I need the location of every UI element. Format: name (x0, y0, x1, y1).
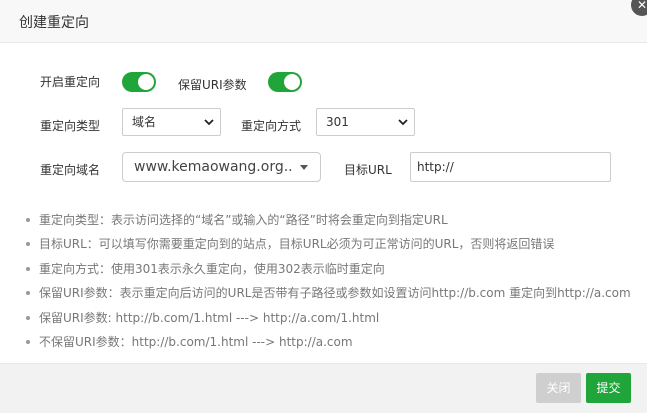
note-text: 重定向方式：使用301表示永久重定向，使用302表示临时重定向 (39, 261, 385, 276)
redirect-method-value: 301 (326, 115, 349, 129)
toggle-knob (138, 74, 154, 90)
redirect-type-value: 域名 (132, 115, 157, 129)
bullet-icon (26, 339, 30, 344)
enable-redirect-label: 开启重定向 (40, 75, 101, 89)
dialog-footer: 关闭 提交 (0, 363, 647, 413)
target-url-label: 目标URL (344, 163, 392, 177)
help-notes: 重定向类型：表示访问选择的“域名”或输入的“路径”时将会重定向到指定URL 目标… (26, 208, 636, 354)
list-item: 保留URI参数: http://b.com/1.html ---> http:/… (26, 306, 636, 330)
bullet-icon (26, 266, 30, 271)
bullet-icon (26, 242, 30, 247)
note-text: 重定向类型：表示访问选择的“域名”或输入的“路径”时将会重定向到指定URL (39, 213, 448, 227)
note-text: 目标URL：可以填写你需要重定向到的站点，目标URL必须为可正常访问的URL，否… (39, 237, 555, 252)
list-item: 不保留URI参数：http://b.com/1.html ---> http:/… (26, 330, 636, 354)
caret-down-icon (300, 165, 308, 170)
redirect-domain-value: www.kemaowang.org... (134, 159, 292, 175)
enable-redirect-toggle[interactable] (122, 72, 156, 92)
bullet-icon (26, 315, 30, 320)
bullet-icon (26, 218, 30, 222)
create-redirect-dialog: 创建重定向 ✕ 开启重定向 保留URI参数 重定向类型 域名 重定向方式 301… (0, 0, 647, 413)
list-item: 重定向类型：表示访问选择的“域名”或输入的“路径”时将会重定向到指定URL (26, 208, 636, 232)
dialog-header: 创建重定向 (0, 0, 647, 43)
redirect-domain-select[interactable]: www.kemaowang.org... (122, 152, 321, 182)
redirect-domain-label: 重定向域名 (40, 163, 101, 177)
toggle-knob (284, 74, 300, 90)
redirect-method-select[interactable]: 301 (316, 108, 415, 136)
bullet-icon (26, 291, 30, 296)
list-item: 目标URL：可以填写你需要重定向到的站点，目标URL必须为可正常访问的URL，否… (26, 232, 636, 256)
redirect-type-select[interactable]: 域名 (122, 108, 221, 136)
close-button[interactable]: 关闭 (536, 373, 581, 403)
submit-button[interactable]: 提交 (586, 373, 631, 403)
redirect-method-label: 重定向方式 (241, 119, 302, 133)
note-text: 不保留URI参数：http://b.com/1.html ---> http:/… (39, 334, 353, 349)
note-text: 保留URI参数: http://b.com/1.html ---> http:/… (39, 310, 380, 325)
keep-uri-params-label: 保留URI参数 (178, 78, 247, 92)
redirect-type-label: 重定向类型 (40, 119, 101, 133)
chevron-down-icon (398, 119, 408, 126)
list-item: 保留URI参数：表示重定向后访问的URL是否带有子路径或参数如设置访问http:… (26, 281, 636, 305)
target-url-input[interactable]: http:// (410, 152, 611, 182)
keep-uri-params-toggle[interactable] (268, 72, 302, 92)
note-text: 保留URI参数：表示重定向后访问的URL是否带有子路径或参数如设置访问http:… (39, 286, 631, 301)
dialog-title: 创建重定向 (19, 15, 89, 31)
chevron-down-icon (204, 119, 214, 126)
list-item: 重定向方式：使用301表示永久重定向，使用302表示临时重定向 (26, 257, 636, 281)
